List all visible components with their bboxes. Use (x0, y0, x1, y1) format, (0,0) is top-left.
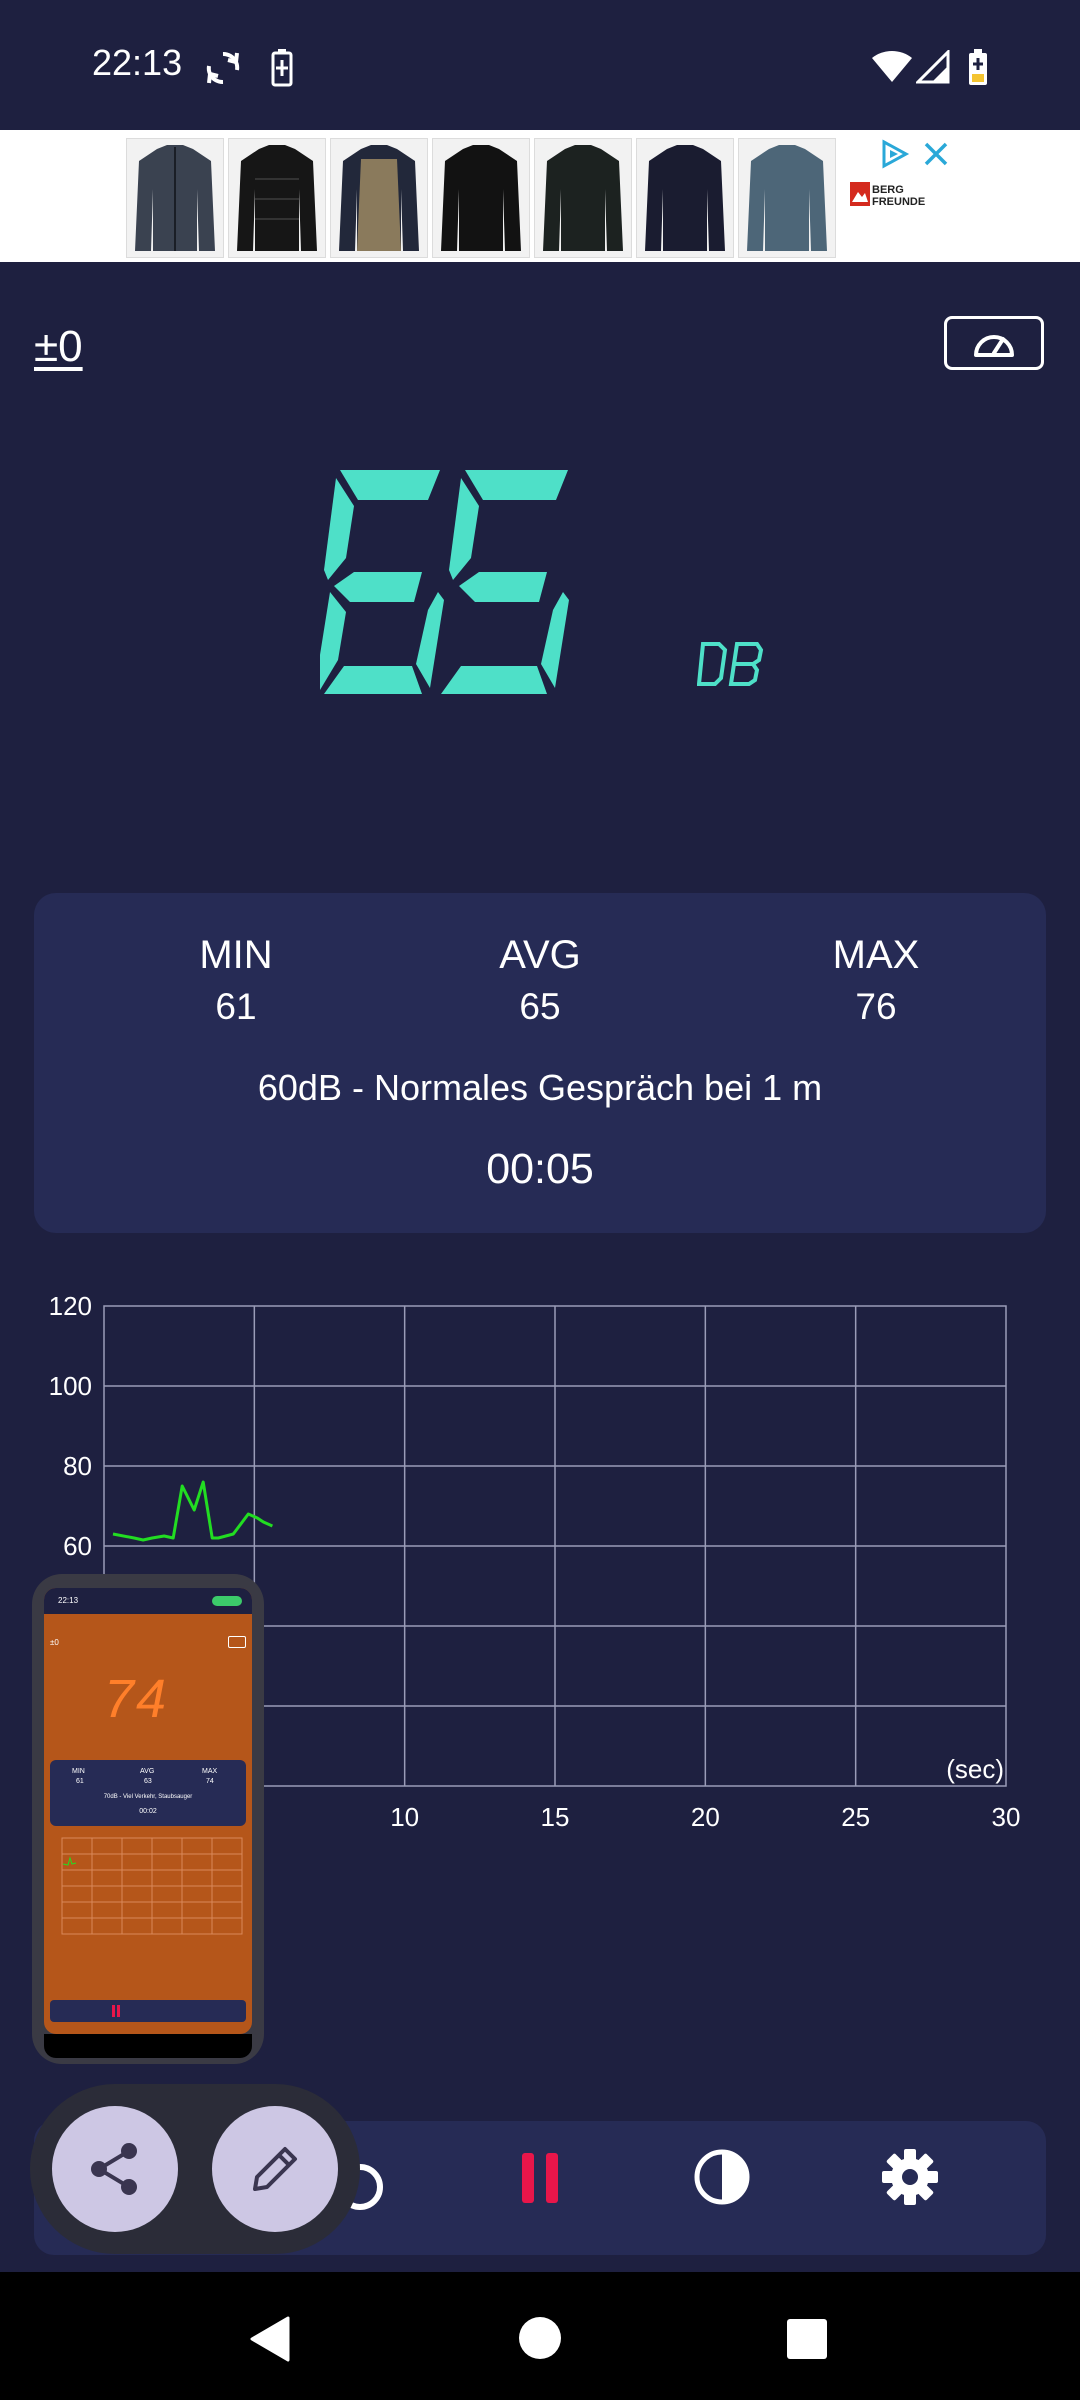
share-button[interactable] (52, 2106, 178, 2232)
preview-pause-icon (112, 2005, 115, 2017)
preview-screen: 22:13 ±0 74 MIN 61 AVG 63 MAX 74 70dB - … (44, 1588, 252, 2034)
preview-decibel-value: 74 (104, 1669, 169, 1729)
stat-min-label: MIN (199, 933, 273, 977)
preview-max-label: MAX (202, 1768, 218, 1775)
stat-max: MAX 76 (726, 933, 1026, 1028)
preview-description: 70dB - Viel Verkehr, Staubsauger (103, 1794, 193, 1800)
preview-elapsed: 00:02 (139, 1808, 157, 1815)
sync-icon (203, 48, 243, 88)
battery-charging-icon (966, 48, 990, 88)
ad-brand-name: BERG FREUNDE (872, 184, 926, 208)
ad-banner[interactable]: BERG FREUNDE (0, 130, 1080, 262)
chart-y-tick: 80 (63, 1451, 92, 1481)
ad-product-jacket-7[interactable] (738, 138, 836, 258)
battery-saver-icon (270, 48, 294, 88)
preview-nav-bar (44, 2034, 252, 2058)
preview-status-bar: 22:13 (44, 1588, 252, 1614)
recents-icon[interactable] (786, 2318, 828, 2365)
ad-product-jacket-2[interactable] (228, 138, 326, 258)
unit-label (696, 640, 765, 688)
ad-product-jacket-6[interactable] (636, 138, 734, 258)
contrast-icon[interactable] (692, 2147, 752, 2212)
chart-x-tick: 25 (841, 1802, 870, 1830)
stat-avg-label: AVG (499, 933, 581, 977)
status-time: 22:13 (92, 42, 183, 83)
edit-button[interactable] (212, 2106, 338, 2232)
stat-avg-value: 65 (519, 986, 561, 1027)
preview-avg-value: 63 (144, 1778, 152, 1785)
chart-y-tick: 100 (49, 1371, 92, 1401)
ad-brand-logo[interactable]: BERG FREUNDE (850, 182, 950, 222)
ad-product-jacket-3[interactable] (330, 138, 428, 258)
chart-x-label: (sec) (946, 1754, 1004, 1784)
status-bar: 22:13 (0, 0, 1080, 130)
preview-toggle (212, 1596, 242, 1606)
preview-min-label: MIN (72, 1768, 85, 1775)
preview-stats-card: MIN 61 AVG 63 MAX 74 70dB - Viel Verkehr… (50, 1760, 246, 1826)
stat-avg: AVG 65 (390, 933, 690, 1028)
stat-max-label: MAX (832, 933, 920, 977)
preview-time: 22:13 (58, 1596, 79, 1605)
chart-series-line-1 (112, 1480, 274, 1542)
wifi-icon (872, 50, 912, 84)
unit-db-segments (696, 642, 764, 686)
chart-x-ticks: 10 15 20 25 30 (390, 1802, 1020, 1830)
stat-max-value: 76 (855, 986, 897, 1027)
preview-max-value: 74 (206, 1778, 214, 1785)
chart-series (112, 1480, 274, 1542)
ad-product-jacket-4[interactable] (432, 138, 530, 258)
ad-product-jacket-5[interactable] (534, 138, 632, 258)
navigation-bar (0, 2272, 1080, 2400)
speedometer-icon (974, 335, 1014, 357)
elapsed-timer: 00:05 (486, 1145, 594, 1193)
settings-icon[interactable] (880, 2147, 940, 2212)
chart-x-tick: 30 (992, 1802, 1021, 1830)
chart-x-tick: 10 (390, 1802, 419, 1830)
close-icon[interactable] (922, 140, 950, 173)
chart-y-tick: 60 (63, 1531, 92, 1561)
adchoices-icon[interactable] (878, 138, 910, 175)
chart-y-tick: 120 (49, 1291, 92, 1321)
screenshot-preview[interactable]: 22:13 ±0 74 MIN 61 AVG 63 MAX 74 70dB - … (32, 1574, 264, 2064)
chart-x-tick: 15 (541, 1802, 570, 1830)
stats-card: MIN 61 AVG 65 MAX 76 60dB - Normales Ges… (34, 893, 1046, 1233)
stat-min-value: 61 (215, 986, 257, 1027)
pause-icon[interactable] (518, 2147, 564, 2212)
preview-chart (61, 1837, 243, 1935)
preview-avg-label: AVG (140, 1768, 155, 1775)
preview-toolbar (50, 2000, 246, 2022)
home-icon[interactable] (518, 2316, 562, 2365)
cell-signal-icon (916, 50, 950, 84)
preview-calibration: ±0 (50, 1638, 59, 1647)
chart-x-tick: 20 (691, 1802, 720, 1830)
screenshot-actions (30, 2084, 360, 2254)
noise-description: 60dB - Normales Gespräch bei 1 m (257, 1067, 823, 1108)
share-icon (91, 2143, 137, 2195)
stat-min: MIN 61 (86, 933, 386, 1028)
meter-mode-button[interactable] (944, 316, 1044, 370)
edit-icon (253, 2147, 297, 2191)
ad-product-jacket-1[interactable] (126, 138, 224, 258)
chart-y-ticks: 120 100 80 60 (49, 1291, 92, 1561)
preview-speedometer-icon (228, 1636, 246, 1648)
calibration-offset-button[interactable]: ±0 (34, 322, 83, 372)
preview-pause-icon-bar (117, 2005, 120, 2017)
back-icon[interactable] (248, 2316, 292, 2367)
preview-min-value: 61 (76, 1778, 84, 1785)
